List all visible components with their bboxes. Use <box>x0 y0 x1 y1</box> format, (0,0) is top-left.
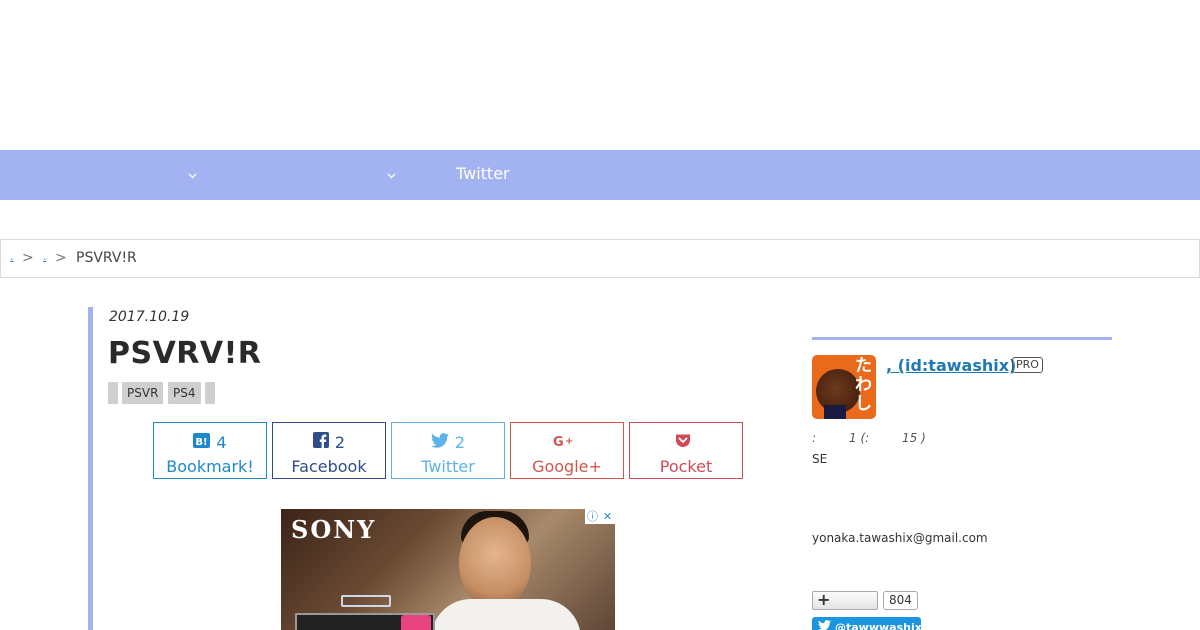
facebook-icon <box>312 432 329 452</box>
share-count: 2 <box>454 432 466 452</box>
avatar[interactable]: たわし <box>812 355 876 419</box>
hatena-bookmark-icon: B! <box>193 432 211 452</box>
stats-one: 1 (: <box>849 431 870 445</box>
breadcrumb: . > . > PSVRV!R <box>0 239 1200 278</box>
profile-description: SE <box>812 452 828 466</box>
svg-text:B!: B! <box>196 437 208 448</box>
svg-text:G: G <box>553 435 564 448</box>
twitter-bird-icon <box>430 432 449 452</box>
article-tag[interactable]: PS4 <box>168 382 201 404</box>
plus-icon: + <box>817 590 831 609</box>
pro-badge: PRO <box>1012 357 1043 373</box>
google-plus-icon: G + <box>553 433 575 452</box>
header-area <box>0 0 1200 150</box>
pocket-icon <box>675 433 691 452</box>
avatar-text: たわし <box>855 356 872 414</box>
article-accent-bar <box>88 307 93 630</box>
breadcrumb-link-home[interactable]: . <box>10 250 14 263</box>
share-label: Bookmark! <box>166 457 254 476</box>
hatena-bookmark-button[interactable]: B! 4 Bookmark! <box>153 422 267 479</box>
chevron-down-icon[interactable] <box>387 166 396 184</box>
twitter-follow-label: @tawwwashix <box>835 621 922 630</box>
profile-user-link[interactable]: , (id:tawashix) <box>886 356 1016 375</box>
ad-close-icon[interactable]: ✕ <box>600 509 615 524</box>
ad-product-logo <box>341 595 391 607</box>
ad-info-icon[interactable]: ⓘ <box>585 509 600 524</box>
breadcrumb-link-category[interactable]: . <box>43 250 47 263</box>
breadcrumb-separator: > <box>22 250 34 266</box>
ad-brand-logo: SONY <box>291 515 377 544</box>
ad-photo-face <box>459 517 531 609</box>
svg-text:+: + <box>565 436 573 447</box>
twitter-share-button[interactable]: 2 Twitter <box>391 422 505 479</box>
ad-tv-badge <box>401 615 431 630</box>
share-label: Google+ <box>532 457 602 476</box>
profile-email: yonaka.tawashix@gmail.com <box>812 531 988 545</box>
follow-button[interactable]: + <box>812 590 878 610</box>
article-tag[interactable] <box>108 382 118 404</box>
twitter-bird-icon <box>818 618 831 630</box>
article-date[interactable]: 2017.10.19 <box>109 309 189 325</box>
google-plus-share-button[interactable]: G + Google+ <box>510 422 624 479</box>
sidebar-accent-line <box>812 337 1112 340</box>
article-title[interactable]: PSVRV!R <box>108 336 261 371</box>
ad-choices: ⓘ ✕ <box>585 509 615 524</box>
follower-count: 804 <box>883 591 918 610</box>
twitter-follow-button[interactable]: @tawwwashix <box>812 617 922 630</box>
share-count: 4 <box>216 432 227 452</box>
breadcrumb-current: PSVRV!R <box>76 250 137 266</box>
nav-twitter-link[interactable]: Twitter <box>456 164 510 183</box>
chevron-down-icon[interactable] <box>188 166 197 184</box>
share-label: Facebook <box>291 457 367 476</box>
avatar-shirt <box>824 405 846 419</box>
article-tag[interactable] <box>205 382 215 404</box>
article-tag[interactable]: PSVR <box>122 382 164 404</box>
breadcrumb-separator: > <box>55 250 67 266</box>
share-label: Pocket <box>659 457 713 476</box>
facebook-share-button[interactable]: 2 Facebook <box>272 422 386 479</box>
pocket-share-button[interactable]: Pocket <box>629 422 743 479</box>
stats-colon: : <box>812 431 817 445</box>
share-count: 2 <box>334 432 346 452</box>
stats-fifteen: 15 ) <box>902 431 926 445</box>
advertisement-banner[interactable]: SONY ⓘ ✕ <box>281 509 615 630</box>
global-nav <box>0 150 1200 200</box>
ad-photo-body <box>431 599 581 630</box>
share-label: Twitter <box>421 457 475 476</box>
